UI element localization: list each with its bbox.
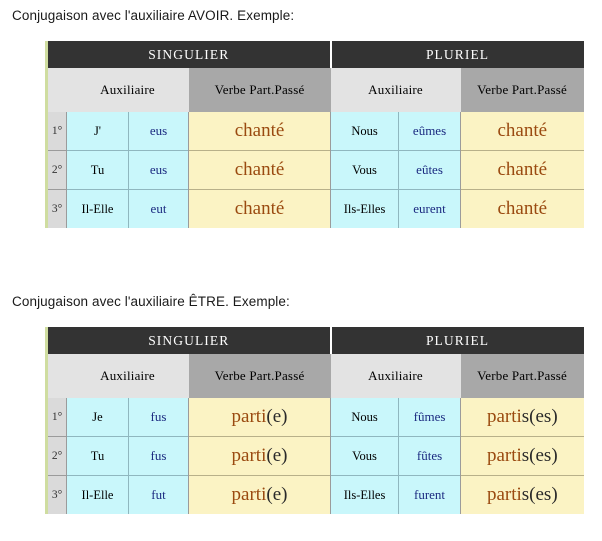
col-header-participle-singulier: Verbe Part.Passé bbox=[188, 354, 331, 398]
col-header-aux-singulier: Auxiliaire bbox=[66, 68, 189, 112]
table-row: 1° J' eus chanté Nous eûmes chanté bbox=[46, 112, 584, 151]
table-row: 3° Il-Elle eut chanté Ils-Elles eurent c… bbox=[46, 189, 584, 228]
pronoun-singulier: Tu bbox=[66, 150, 129, 190]
table-row: 2° Tu fus parti(e) Vous fûtes partis(es) bbox=[46, 436, 584, 476]
pronoun-pluriel: Ils-Elles bbox=[330, 475, 400, 514]
conjugation-table-avoir-wrapper: SINGULIER PLURIEL Auxiliaire Verbe Part.… bbox=[45, 41, 584, 228]
auxiliary-singulier: eut bbox=[128, 189, 189, 228]
auxiliary-pluriel: fûmes bbox=[398, 398, 462, 437]
table-row: 1° Je fus parti(e) Nous fûmes partis(es) bbox=[46, 398, 584, 437]
participle-singulier: parti(e) bbox=[188, 436, 332, 476]
auxiliary-singulier: fus bbox=[128, 436, 189, 476]
pronoun-pluriel: Nous bbox=[330, 398, 400, 437]
pronoun-pluriel: Vous bbox=[330, 436, 400, 476]
ordinal-header-spacer bbox=[46, 354, 67, 398]
table-row: 3° Il-Elle fut parti(e) Ils-Elles furent… bbox=[46, 475, 584, 514]
group-header-row: SINGULIER PLURIEL bbox=[46, 41, 584, 68]
participle-pluriel: partis(es) bbox=[460, 436, 584, 476]
participle-singulier: chanté bbox=[188, 112, 332, 151]
col-header-aux-pluriel: Auxiliaire bbox=[330, 68, 461, 112]
participle-stem: chanté bbox=[234, 120, 285, 141]
auxiliary-pluriel: eûtes bbox=[398, 150, 462, 190]
participle-ending: (e) bbox=[266, 484, 288, 505]
ordinal-header-spacer bbox=[46, 68, 67, 112]
conjugation-table-avoir: SINGULIER PLURIEL Auxiliaire Verbe Part.… bbox=[45, 41, 584, 228]
column-header-row: Auxiliaire Verbe Part.Passé Auxiliaire V… bbox=[46, 68, 584, 112]
participle-pluriel: chanté bbox=[460, 112, 584, 151]
col-header-aux-singulier: Auxiliaire bbox=[66, 354, 189, 398]
pronoun-singulier: Il-Elle bbox=[66, 475, 129, 514]
participle-singulier: parti(e) bbox=[188, 398, 332, 437]
participle-ending: (e) bbox=[266, 445, 288, 466]
pronoun-pluriel: Nous bbox=[330, 112, 400, 151]
row-ordinal: 2° bbox=[46, 150, 67, 190]
row-ordinal: 1° bbox=[46, 398, 67, 437]
participle-ending: s(es) bbox=[521, 445, 558, 466]
col-header-participle-pluriel: Verbe Part.Passé bbox=[460, 68, 584, 112]
auxiliary-pluriel: eurent bbox=[398, 189, 462, 228]
participle-stem: chanté bbox=[497, 120, 548, 141]
participle-stem: parti bbox=[231, 406, 267, 427]
auxiliary-singulier: eus bbox=[128, 150, 189, 190]
table-row: 2° Tu eus chanté Vous eûtes chanté bbox=[46, 150, 584, 190]
participle-ending: s(es) bbox=[521, 484, 558, 505]
participle-singulier: chanté bbox=[188, 189, 332, 228]
participle-stem: parti bbox=[231, 445, 267, 466]
auxiliary-pluriel: eûmes bbox=[398, 112, 462, 151]
group-header-row: SINGULIER PLURIEL bbox=[46, 327, 584, 354]
row-ordinal: 1° bbox=[46, 112, 67, 151]
participle-ending: s(es) bbox=[521, 406, 558, 427]
col-header-aux-pluriel: Auxiliaire bbox=[330, 354, 461, 398]
group-header-singulier: SINGULIER bbox=[46, 327, 332, 354]
participle-stem: parti bbox=[486, 406, 522, 427]
participle-stem: parti bbox=[486, 484, 522, 505]
pronoun-singulier: J' bbox=[66, 112, 129, 151]
participle-stem: chanté bbox=[234, 198, 285, 219]
pronoun-singulier: Tu bbox=[66, 436, 129, 476]
section-title-etre: Conjugaison avec l'auxiliaire ÊTRE. Exem… bbox=[12, 294, 290, 309]
col-header-participle-pluriel: Verbe Part.Passé bbox=[460, 354, 584, 398]
participle-stem: chanté bbox=[234, 159, 285, 180]
document-page: Conjugaison avec l'auxiliaire AVOIR. Exe… bbox=[0, 0, 602, 541]
participle-pluriel: chanté bbox=[460, 150, 584, 190]
row-ordinal: 2° bbox=[46, 436, 67, 476]
conjugation-table-etre-wrapper: SINGULIER PLURIEL Auxiliaire Verbe Part.… bbox=[45, 327, 584, 514]
auxiliary-pluriel: furent bbox=[398, 475, 462, 514]
participle-ending: (e) bbox=[266, 406, 288, 427]
participle-pluriel: partis(es) bbox=[460, 398, 584, 437]
group-header-singulier: SINGULIER bbox=[46, 41, 332, 68]
pronoun-singulier: Il-Elle bbox=[66, 189, 129, 228]
group-header-pluriel: PLURIEL bbox=[330, 41, 584, 68]
group-header-pluriel: PLURIEL bbox=[330, 327, 584, 354]
row-ordinal: 3° bbox=[46, 475, 67, 514]
col-header-participle-singulier: Verbe Part.Passé bbox=[188, 68, 331, 112]
row-ordinal: 3° bbox=[46, 189, 67, 228]
column-header-row: Auxiliaire Verbe Part.Passé Auxiliaire V… bbox=[46, 354, 584, 398]
conjugation-table-etre: SINGULIER PLURIEL Auxiliaire Verbe Part.… bbox=[45, 327, 584, 514]
auxiliary-singulier: fut bbox=[128, 475, 189, 514]
participle-stem: parti bbox=[486, 445, 522, 466]
auxiliary-pluriel: fûtes bbox=[398, 436, 462, 476]
participle-singulier: chanté bbox=[188, 150, 332, 190]
participle-pluriel: partis(es) bbox=[460, 475, 584, 514]
auxiliary-singulier: fus bbox=[128, 398, 189, 437]
section-title-avoir: Conjugaison avec l'auxiliaire AVOIR. Exe… bbox=[12, 8, 295, 23]
participle-stem: chanté bbox=[497, 198, 548, 219]
pronoun-pluriel: Vous bbox=[330, 150, 400, 190]
participle-singulier: parti(e) bbox=[188, 475, 332, 514]
pronoun-pluriel: Ils-Elles bbox=[330, 189, 400, 228]
auxiliary-singulier: eus bbox=[128, 112, 189, 151]
participle-stem: parti bbox=[231, 484, 267, 505]
pronoun-singulier: Je bbox=[66, 398, 129, 437]
participle-pluriel: chanté bbox=[460, 189, 584, 228]
participle-stem: chanté bbox=[497, 159, 548, 180]
